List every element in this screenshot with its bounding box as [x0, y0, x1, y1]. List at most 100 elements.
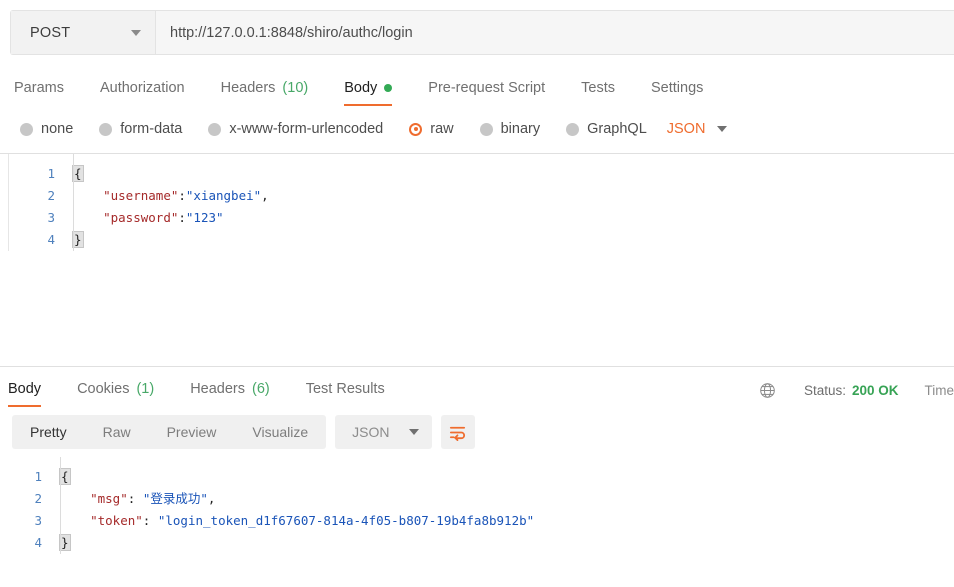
json-value: "登录成功" [142, 491, 208, 506]
code-line: 4 } [9, 229, 954, 251]
body-type-label: raw [430, 121, 454, 137]
json-colon: : [178, 188, 186, 203]
tab-label: Authorization [99, 80, 185, 96]
tab-label: Headers [190, 381, 245, 397]
body-type-binary[interactable]: binary [479, 121, 541, 137]
json-key: "username" [103, 188, 179, 203]
code-line: 2 "username":"xiangbei", [9, 185, 954, 207]
line-number: 3 [34, 513, 42, 528]
raw-language-label: JSON [666, 121, 706, 137]
tab-label: Params [14, 80, 64, 96]
json-key: "msg" [90, 491, 128, 506]
request-body-editor[interactable]: 1 { 2 "username":"xiangbei", 3 "password… [0, 153, 954, 366]
body-present-dot-icon [384, 84, 393, 92]
json-comma: , [207, 491, 216, 506]
json-value: "123" [185, 210, 224, 225]
time-label: Time [924, 383, 954, 398]
json-value: "login_token_d1f67607-814a-4f05-b807-19b… [157, 513, 535, 528]
response-tab-body[interactable]: Body [8, 381, 59, 407]
response-header: Body Cookies (1) Headers (6) Test Result… [0, 367, 954, 407]
tab-label: Body [8, 381, 42, 397]
line-number: 1 [34, 469, 42, 484]
body-type-graphql[interactable]: GraphQL [566, 121, 647, 137]
gutter-divider [73, 154, 74, 251]
json-colon: : [142, 513, 158, 528]
response-meta: Status: 200 OK Time [759, 382, 954, 399]
tab-label: Test Results [305, 381, 385, 397]
body-type-label: none [41, 121, 74, 137]
word-wrap-toggle-button[interactable] [440, 415, 475, 449]
status-label: Status: [803, 383, 846, 398]
radio-icon [566, 122, 580, 136]
postman-request-response-panel: POST http://127.0.0.1:8848/shiro/authc/l… [0, 10, 954, 587]
globe-icon[interactable] [759, 382, 776, 399]
tab-label: Body [344, 80, 378, 96]
chevron-down-icon [131, 29, 141, 36]
radio-icon [20, 122, 33, 136]
tab-count-badge: (10) [282, 80, 309, 96]
json-key: "password" [103, 210, 179, 225]
code-line: 1 { [0, 466, 954, 488]
view-mode-visualize[interactable]: Visualize [234, 415, 326, 449]
response-tab-cookies[interactable]: Cookies (1) [59, 381, 172, 407]
body-type-label: form-data [120, 121, 183, 137]
radio-icon [99, 122, 113, 136]
response-format-label: JSON [352, 424, 390, 440]
tab-settings[interactable]: Settings [633, 80, 721, 106]
tab-count-badge: (6) [252, 381, 270, 397]
code-line: 3 "password":"123" [9, 207, 954, 229]
tab-label: Settings [650, 80, 704, 96]
response-body-editor[interactable]: 1 { 2 "msg": "登录成功", 3 "token": "login_t… [0, 457, 954, 554]
line-number: 4 [47, 232, 55, 247]
json-value: "xiangbei" [185, 188, 262, 203]
radio-icon [208, 122, 222, 136]
tab-params[interactable]: Params [14, 80, 82, 106]
response-tab-headers[interactable]: Headers (6) [172, 381, 288, 407]
json-comma: , [261, 188, 269, 203]
body-type-label: binary [500, 121, 541, 137]
url-input[interactable]: http://127.0.0.1:8848/shiro/authc/login [156, 11, 954, 54]
response-code-area[interactable]: 1 { 2 "msg": "登录成功", 3 "token": "login_t… [0, 457, 954, 554]
tab-headers[interactable]: Headers (10) [203, 80, 327, 106]
json-key: "token" [90, 513, 143, 528]
body-type-none[interactable]: none [20, 121, 73, 137]
raw-language-select[interactable]: JSON [667, 121, 728, 137]
tab-label: Cookies [77, 381, 130, 397]
chevron-down-icon [408, 429, 419, 435]
body-type-label: GraphQL [587, 121, 647, 137]
body-type-raw[interactable]: raw [409, 121, 454, 137]
http-method-select[interactable]: POST [11, 11, 156, 54]
line-number: 1 [47, 166, 55, 181]
view-mode-label: Pretty [30, 424, 67, 440]
view-mode-raw[interactable]: Raw [85, 415, 149, 449]
tab-count-badge: (1) [136, 381, 155, 397]
response-view-mode-group: Pretty Raw Preview Visualize [12, 415, 327, 449]
tab-tests[interactable]: Tests [563, 80, 633, 106]
body-type-radio-group: none form-data x-www-form-urlencoded raw… [0, 111, 954, 147]
code-line: 2 "msg": "登录成功", [0, 488, 954, 510]
view-mode-label: Visualize [252, 424, 309, 440]
http-method-label: POST [30, 24, 71, 41]
request-code-area[interactable]: 1 { 2 "username":"xiangbei", 3 "password… [8, 154, 954, 251]
response-tab-bar: Body Cookies (1) Headers (6) Test Result… [8, 381, 403, 407]
response-view-toolbar: Pretty Raw Preview Visualize JSON [0, 407, 954, 457]
line-number: 2 [34, 491, 42, 506]
tab-authorization[interactable]: Authorization [82, 80, 203, 106]
radio-icon [479, 122, 493, 136]
view-mode-label: Preview [166, 424, 217, 440]
line-number: 2 [47, 188, 55, 203]
code-line: 4 } [0, 532, 954, 554]
response-format-select[interactable]: JSON [335, 415, 432, 449]
body-type-x-www-form-urlencoded[interactable]: x-www-form-urlencoded [208, 121, 383, 137]
view-mode-pretty[interactable]: Pretty [12, 415, 85, 449]
body-type-form-data[interactable]: form-data [99, 121, 182, 137]
response-tab-test-results[interactable]: Test Results [288, 381, 403, 407]
view-mode-preview[interactable]: Preview [149, 415, 235, 449]
radio-selected-icon [409, 122, 423, 136]
tab-body[interactable]: Body [326, 80, 410, 106]
code-line: 3 "token": "login_token_d1f67607-814a-4f… [0, 510, 954, 532]
body-type-label: x-www-form-urlencoded [229, 121, 384, 137]
line-number: 3 [47, 210, 55, 225]
status-badge: 200 OK [851, 383, 899, 398]
tab-pre-request-script[interactable]: Pre-request Script [410, 80, 563, 106]
